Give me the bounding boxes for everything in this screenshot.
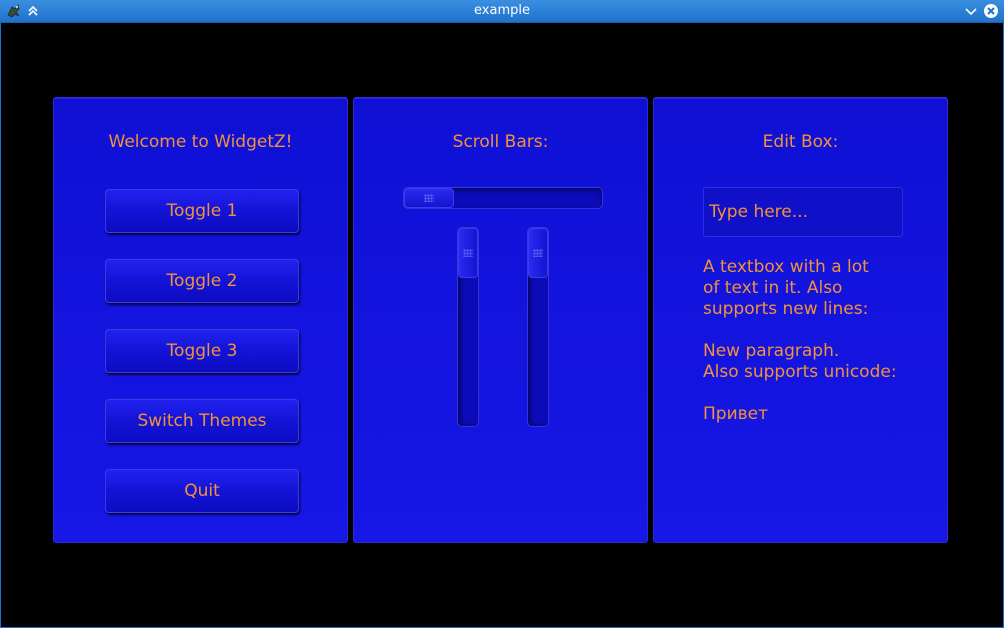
switch-themes-button[interactable]: Switch Themes	[105, 399, 299, 443]
chevron-down-icon[interactable]	[963, 3, 979, 19]
vertical-scroll-thumb-2[interactable]	[528, 228, 548, 278]
vertical-scroll-thumb-1[interactable]	[458, 228, 478, 278]
editbox-panel: Edit Box: A textbox with a lot of text i…	[653, 97, 948, 543]
horizontal-scrollbar[interactable]	[403, 187, 603, 209]
grip-icon	[533, 249, 543, 257]
toggle-1-button[interactable]: Toggle 1	[105, 189, 299, 233]
scrollbars-panel: Scroll Bars:	[353, 97, 648, 543]
toggle-2-button[interactable]: Toggle 2	[105, 259, 299, 303]
quit-button[interactable]: Quit	[105, 469, 299, 513]
horizontal-scroll-thumb[interactable]	[404, 188, 454, 208]
toggle-3-button[interactable]: Toggle 3	[105, 329, 299, 373]
scrollbars-title: Scroll Bars:	[452, 132, 549, 152]
window-content: Welcome to WidgetZ! Toggle 1 Toggle 2 To…	[0, 23, 1004, 628]
vertical-scrollbar-2[interactable]	[527, 227, 549, 427]
welcome-title: Welcome to WidgetZ!	[108, 132, 293, 152]
window-title: example	[474, 3, 530, 18]
vertical-scrollbar-1[interactable]	[457, 227, 479, 427]
close-icon[interactable]	[983, 3, 999, 19]
title-bar: example	[0, 0, 1004, 23]
welcome-panel: Welcome to WidgetZ! Toggle 1 Toggle 2 To…	[53, 97, 348, 543]
editbox-title: Edit Box:	[762, 132, 839, 152]
grip-icon	[463, 249, 473, 257]
grip-icon	[424, 194, 434, 202]
edit-input[interactable]	[703, 187, 903, 237]
multiline-textbox: A textbox with a lot of text in it. Also…	[703, 257, 897, 424]
